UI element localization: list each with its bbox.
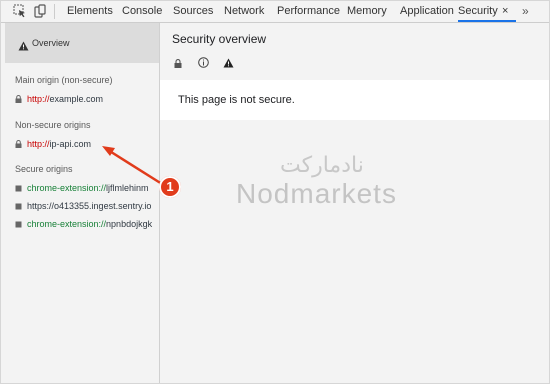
origin-scheme: http://	[27, 139, 50, 149]
tab-security-label: Security	[458, 5, 498, 17]
warning-icon	[18, 38, 29, 56]
device-toolbar-icon[interactable]	[33, 4, 47, 18]
watermark-persian: نادمارکت	[280, 152, 364, 177]
origin-scheme: http://	[27, 94, 50, 104]
more-tabs-icon[interactable]: »	[522, 1, 529, 21]
lock-icon	[174, 55, 182, 73]
secure-icon	[15, 220, 22, 230]
security-summary-banner: This page is not secure.	[160, 80, 549, 120]
annotation-badge: 1	[159, 176, 181, 198]
toolbar-separator	[54, 4, 55, 19]
info-icon	[198, 55, 209, 73]
sidebar-item-secure-origin[interactable]: https://o413355.ingest.sentry.io	[15, 201, 160, 213]
close-tab-icon[interactable]: ×	[502, 1, 508, 22]
secure-icon	[15, 202, 22, 212]
sidebar-item-secure-origin[interactable]: chrome-extension://npnbdojkgk	[15, 219, 160, 231]
watermark-english: Nodmarkets	[236, 178, 397, 209]
nonsecure-origins-heading: Non-secure origins	[15, 120, 91, 130]
sidebar-item-label: Overview	[32, 38, 70, 48]
security-summary-text: This page is not secure.	[178, 94, 295, 106]
tab-performance[interactable]: Performance	[277, 1, 340, 22]
secure-icon	[15, 184, 22, 194]
origin-host: ip-api.com	[49, 139, 92, 149]
inspect-element-icon[interactable]	[13, 4, 27, 18]
origin-scheme: chrome-extension://	[27, 219, 107, 229]
origin-host: example.com	[49, 94, 104, 104]
lock-icon	[15, 94, 22, 105]
main-origin-heading: Main origin (non-secure)	[15, 75, 113, 85]
tab-elements[interactable]: Elements	[67, 1, 113, 22]
origin-scheme: chrome-extension://	[27, 183, 107, 193]
tab-memory[interactable]: Memory	[347, 1, 387, 22]
security-sidebar: Overview Main origin (non-secure) http:/…	[5, 23, 160, 383]
warning-icon	[223, 55, 234, 73]
origin-scheme: https://	[27, 201, 55, 211]
secure-origins-heading: Secure origins	[15, 164, 73, 174]
tab-console[interactable]: Console	[122, 1, 162, 22]
tab-network[interactable]: Network	[224, 1, 264, 22]
tab-application[interactable]: Application	[400, 1, 454, 22]
origin-host: o413355.ingest.sentry.io	[54, 201, 152, 211]
tab-sources[interactable]: Sources	[173, 1, 213, 22]
devtools-toolbar: Elements Console Sources Network Perform…	[1, 1, 549, 23]
sidebar-item-overview[interactable]: Overview	[5, 23, 159, 63]
sidebar-item-main-origin[interactable]: http://example.com	[15, 94, 160, 106]
origin-host: npnbdojkgk	[106, 219, 153, 229]
lock-icon	[15, 139, 22, 150]
page-title: Security overview	[172, 32, 267, 46]
